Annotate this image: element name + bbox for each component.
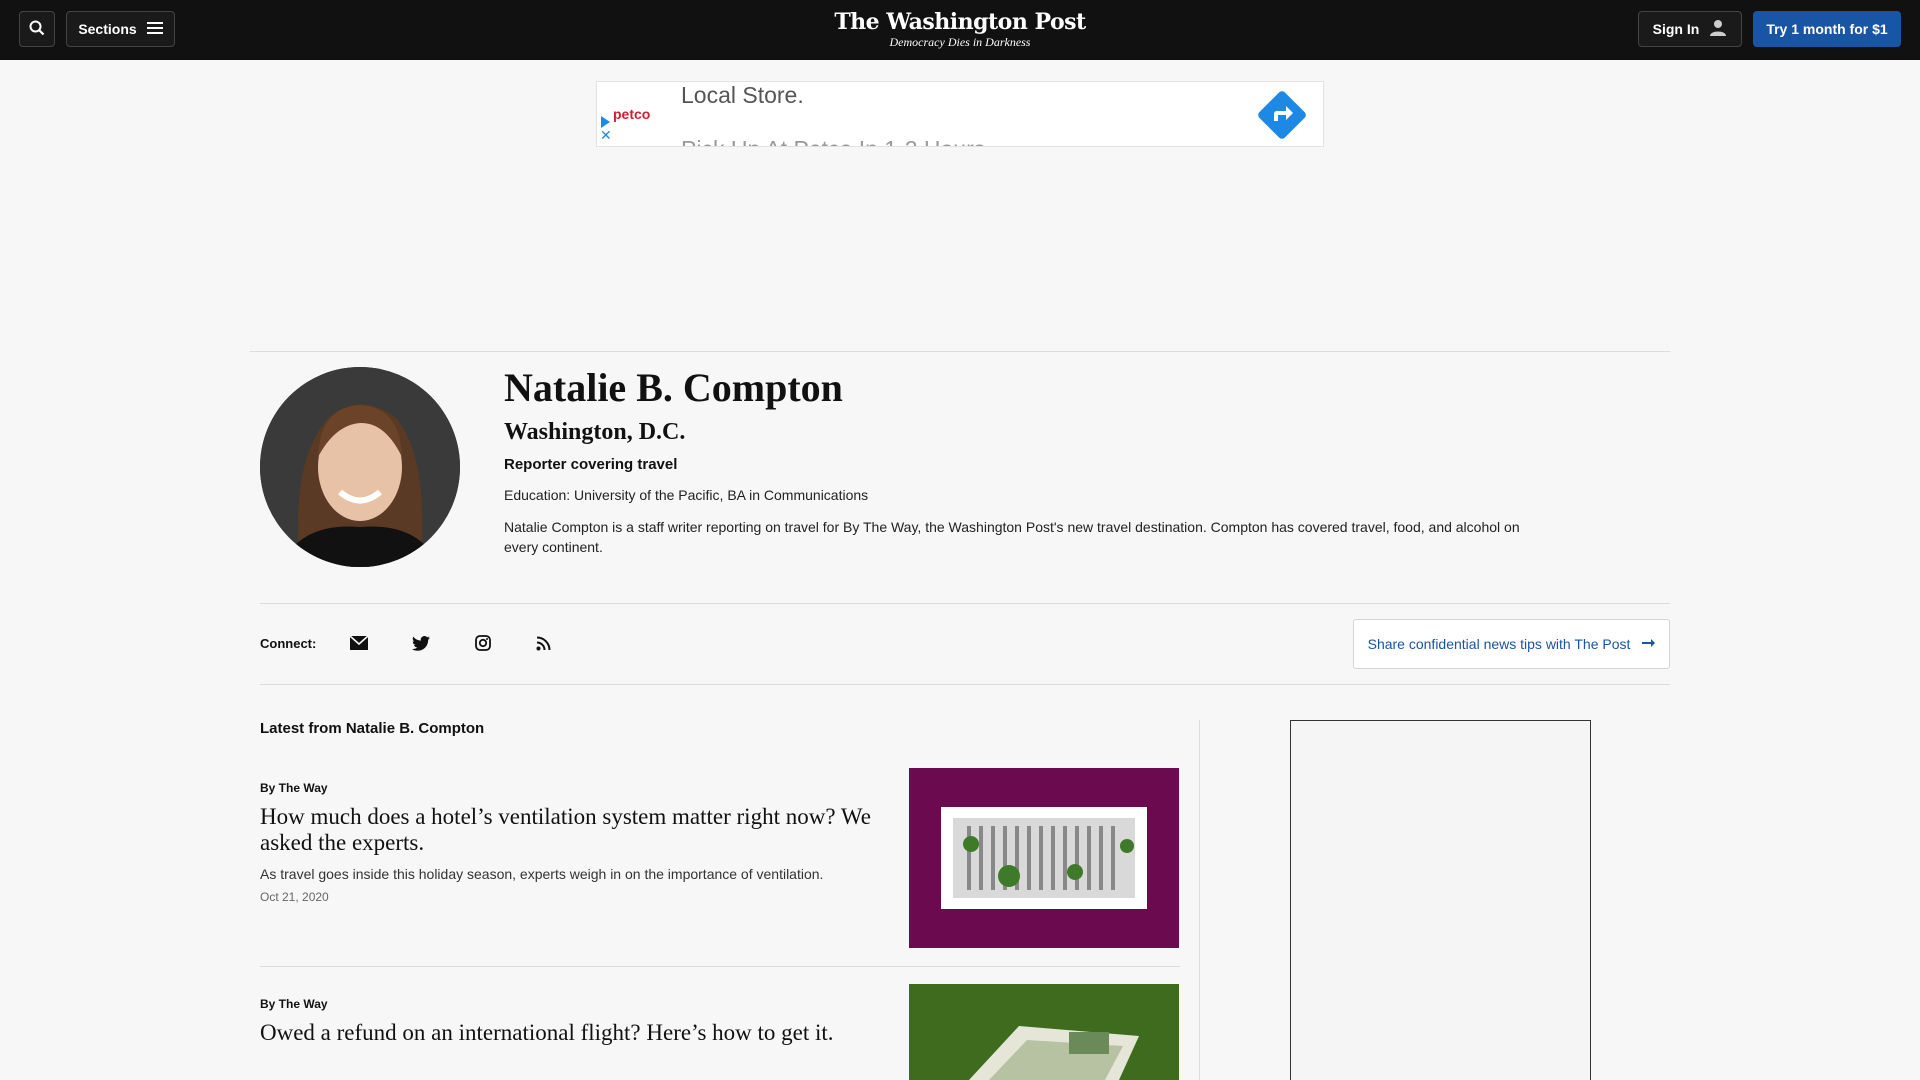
article-date: Oct 21, 2020 [260,890,329,904]
ad-subline: Pick Up At Petco In 1-2 Hours [681,136,985,146]
divider [260,684,1670,685]
twitter-icon[interactable] [410,632,432,654]
article-thumbnail[interactable] [909,768,1179,948]
author-bio: Natalie Compton is a staff writer report… [504,519,1520,555]
ad-banner[interactable]: ✕ petco Local Store. Pick Up At Petco In… [596,81,1324,147]
article-thumbnail[interactable] [909,984,1179,1080]
envelope-icon[interactable] [348,632,370,654]
rss-icon[interactable] [532,632,554,654]
hamburger-icon [146,21,163,38]
article-title[interactable]: Owed a refund on an international flight… [260,1020,880,1046]
site-logo[interactable]: The Washington Post Democracy Dies in Da… [760,9,1160,49]
logo-title: The Washington Post [834,9,1086,35]
article-divider [260,966,1180,967]
article-description: As travel goes inside this holiday seaso… [260,866,824,882]
author-role: Reporter covering travel [504,456,678,473]
search-button[interactable] [19,11,55,47]
column-divider [1199,720,1200,1080]
arrow-right-icon [1642,636,1656,652]
divider [260,603,1670,604]
top-nav: Sections The Washington Post Democracy D… [0,0,1920,60]
sign-in-button[interactable]: Sign In [1638,11,1742,47]
divider [250,351,1670,352]
news-tips-label: Share confidential news tips with The Po… [1367,636,1631,652]
sections-button[interactable]: Sections [66,11,175,47]
ad-close-icon[interactable]: ✕ [600,128,612,142]
sections-label: Sections [78,21,137,37]
search-icon [29,20,45,39]
author-location: Washington, D.C. [504,419,686,445]
author-education: Education: University of the Pacific, BA… [504,487,869,503]
ad-brand: petco [613,106,651,122]
instagram-icon[interactable] [472,632,494,654]
author-photo [260,367,460,567]
ad-headline: Local Store. [681,82,804,108]
latest-heading: Latest from Natalie B. Compton [260,720,485,737]
logo-tagline: Democracy Dies in Darkness [889,35,1031,49]
article-kicker[interactable]: By The Way [260,781,328,795]
directions-icon[interactable] [1257,90,1307,140]
sidebar-ad[interactable] [1290,720,1591,1080]
connect-label: Connect: [260,636,317,651]
subscribe-button[interactable]: Try 1 month for $1 [1753,11,1901,47]
sign-in-label: Sign In [1652,21,1700,37]
user-icon [1709,19,1727,40]
news-tips-button[interactable]: Share confidential news tips with The Po… [1353,619,1670,669]
author-name: Natalie B. Compton [504,365,843,410]
article-title[interactable]: How much does a hotel’s ventilation syst… [260,804,880,856]
article-kicker[interactable]: By The Way [260,997,328,1011]
